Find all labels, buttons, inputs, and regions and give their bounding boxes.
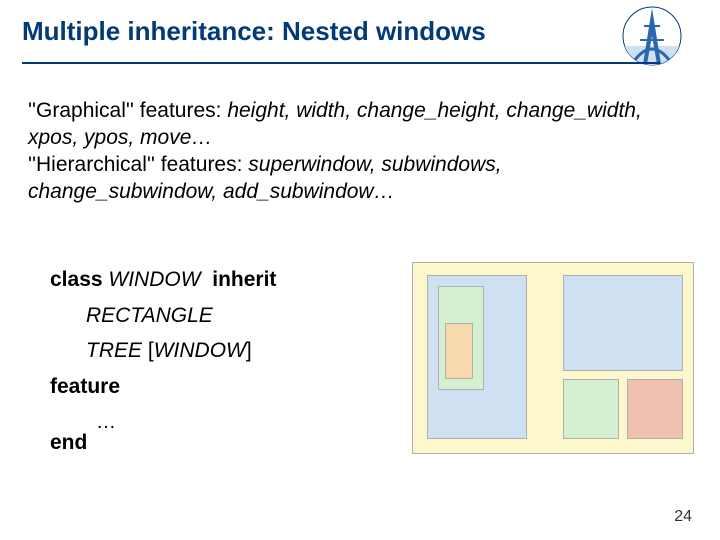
cls-window-2: WINDOW bbox=[154, 339, 246, 362]
title-underline bbox=[22, 62, 660, 64]
window-blue-1 bbox=[427, 275, 527, 439]
window-salmon bbox=[627, 379, 683, 439]
window-orange bbox=[445, 323, 473, 379]
graphical-label: ''Graphical'' features: bbox=[28, 99, 221, 122]
window-blue-2 bbox=[563, 275, 683, 371]
window-diagram bbox=[412, 262, 694, 454]
eiffel-logo bbox=[622, 6, 682, 66]
code-block: class WINDOW inherit RECTANGLE TREE [WIN… bbox=[50, 262, 276, 460]
window-green-2 bbox=[563, 379, 619, 439]
window-green bbox=[438, 286, 484, 390]
cls-rectangle: RECTANGLE bbox=[86, 304, 213, 327]
body-text: ''Graphical'' features: height, width, c… bbox=[28, 98, 668, 206]
kw-end: end bbox=[50, 431, 87, 454]
kw-feature: feature bbox=[50, 375, 120, 398]
bracket-close: ] bbox=[246, 339, 252, 362]
kw-inherit: inherit bbox=[212, 268, 276, 291]
cls-tree: TREE bbox=[86, 339, 142, 362]
cls-window: WINDOW bbox=[108, 268, 200, 291]
kw-class: class bbox=[50, 268, 103, 291]
hierarchical-label: ''Hierarchical'' features: bbox=[28, 153, 242, 176]
page-number: 24 bbox=[674, 508, 692, 526]
page-title: Multiple inheritance: Nested windows bbox=[22, 16, 486, 47]
